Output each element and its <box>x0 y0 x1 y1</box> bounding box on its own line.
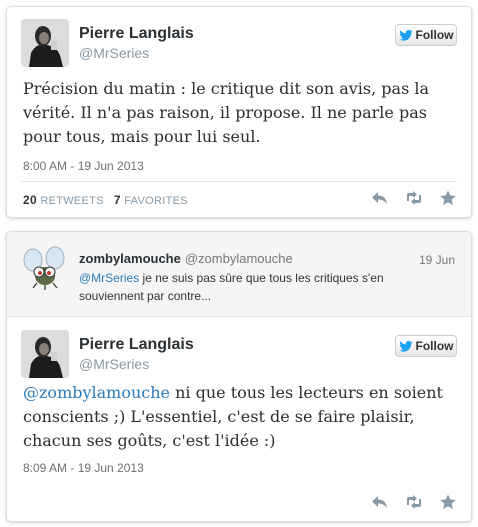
avatar[interactable] <box>21 19 69 67</box>
reply-author-handle[interactable]: @zombylamouche <box>185 251 293 266</box>
mention-link[interactable]: @zombylamouche <box>23 383 170 402</box>
tweet-header: Pierre Langlais @MrSeries Follow <box>7 7 471 67</box>
follow-label: Follow <box>415 339 454 353</box>
follow-button[interactable]: Follow <box>395 335 457 357</box>
follow-label: Follow <box>415 28 454 42</box>
author-handle[interactable]: @MrSeries <box>79 356 149 372</box>
tweet-actions <box>371 494 457 510</box>
author-name[interactable]: Pierre Langlais <box>79 25 194 43</box>
avatar[interactable] <box>21 330 69 378</box>
tweet-card: Pierre Langlais @MrSeries Follow Précisi… <box>6 6 472 218</box>
tweet-card: zombylamouche @zombylamouche 19 Jun @MrSe… <box>6 231 472 522</box>
tweet-date[interactable]: 8:00 AM - 19 Jun 2013 <box>23 159 144 173</box>
retweets-label[interactable]: RETWEETS <box>40 195 104 207</box>
reply-context[interactable]: zombylamouche @zombylamouche 19 Jun @MrSe… <box>7 232 471 317</box>
reply-date[interactable]: 19 Jun <box>419 253 455 267</box>
tweet-text: @zombylamouche ni que tous les lecteurs … <box>23 381 453 453</box>
reply-icon[interactable] <box>371 494 389 510</box>
retweet-icon[interactable] <box>405 190 423 206</box>
twitter-bird-icon <box>398 340 413 352</box>
tweet-stats: 20 RETWEETS 7 FAVORITES <box>23 193 188 207</box>
favorite-icon[interactable] <box>439 190 457 206</box>
avatar[interactable] <box>23 246 67 290</box>
favorites-count[interactable]: 7 <box>114 193 121 207</box>
reply-author-name[interactable]: zombylamouche <box>79 251 181 266</box>
favorite-icon[interactable] <box>439 494 457 510</box>
author-name[interactable]: Pierre Langlais <box>79 336 194 354</box>
follow-button[interactable]: Follow <box>395 24 457 46</box>
retweets-count[interactable]: 20 <box>23 193 37 207</box>
tweet-actions <box>371 190 457 206</box>
author-handle[interactable]: @MrSeries <box>79 45 149 61</box>
reply-text: @MrSeries je ne suis pas sûre que tous l… <box>79 269 431 305</box>
tweet-header: Pierre Langlais @MrSeries Follow <box>7 318 471 378</box>
reply-icon[interactable] <box>371 190 389 206</box>
favorites-label[interactable]: FAVORITES <box>124 195 188 207</box>
mention-link[interactable]: @MrSeries <box>79 271 139 285</box>
tweet-text: Précision du matin : le critique dit son… <box>23 79 430 146</box>
divider <box>21 181 457 182</box>
reply-author[interactable]: zombylamouche @zombylamouche <box>79 251 293 266</box>
twitter-bird-icon <box>398 29 413 41</box>
retweet-icon[interactable] <box>405 494 423 510</box>
tweet-date[interactable]: 8:09 AM - 19 Jun 2013 <box>23 461 144 475</box>
